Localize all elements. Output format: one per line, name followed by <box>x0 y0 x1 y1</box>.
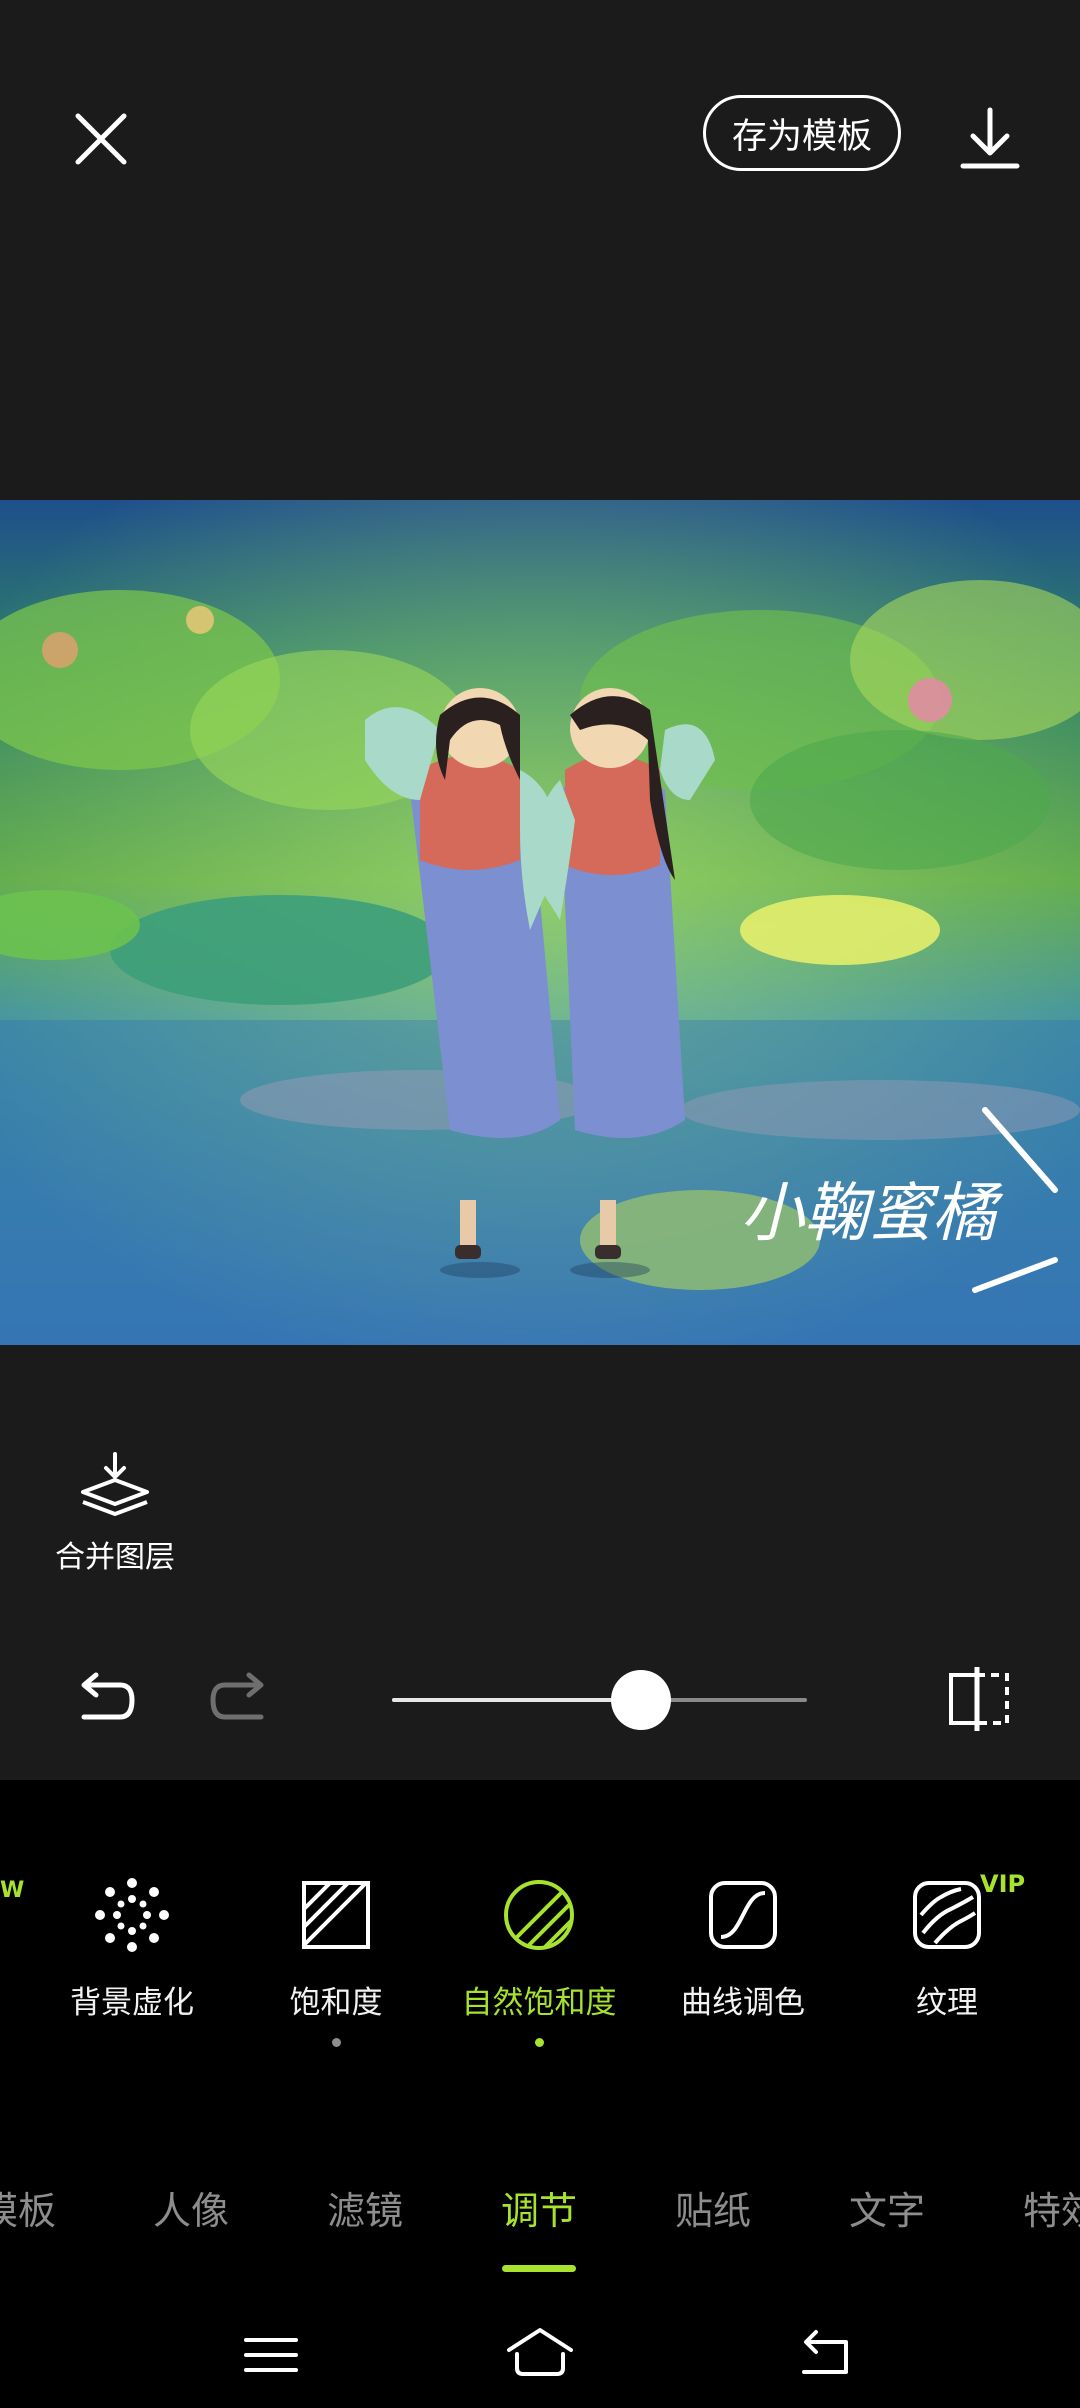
tab-stickers[interactable]: 贴纸 <box>675 2180 751 2235</box>
tool-indicator-dot <box>534 2038 544 2047</box>
tool-label: 纹理 <box>916 1985 978 2021</box>
download-button[interactable] <box>955 100 1025 180</box>
tool-label: 自然饱和度 <box>461 1985 617 2021</box>
tab-portrait[interactable]: 人像 <box>153 2180 229 2235</box>
redo-icon <box>210 1672 264 1720</box>
compare-icon <box>949 1667 1009 1731</box>
saturation-icon <box>302 1881 370 1949</box>
tool-label: 背景虚化 <box>70 1985 194 2021</box>
tab-text[interactable]: 文字 <box>849 2180 925 2235</box>
tool-indicator-dot <box>331 2038 341 2047</box>
download-icon <box>960 107 1020 169</box>
nav-back-button[interactable] <box>790 2320 860 2390</box>
nav-home-button[interactable] <box>505 2320 575 2390</box>
tool-label: 饱和度 <box>289 1985 383 2021</box>
tab-effects[interactable]: 特效 <box>1023 2180 1080 2235</box>
vibrance-icon <box>504 1880 574 1950</box>
redo-button[interactable] <box>205 1665 275 1735</box>
menu-icon <box>244 2338 298 2372</box>
tool-saturation[interactable]: 饱和度 <box>241 1875 431 2047</box>
compare-button[interactable] <box>945 1663 1015 1735</box>
slider-fill <box>392 1698 641 1702</box>
tab-adjust[interactable]: 调节 <box>501 2180 577 2235</box>
save-as-template-button[interactable]: 存为模板 <box>703 95 901 171</box>
merge-layers-icon <box>81 1452 149 1516</box>
merge-layers-button[interactable]: 合并图层 <box>40 1450 190 1575</box>
home-icon <box>507 2328 573 2376</box>
undo-icon <box>81 1672 135 1720</box>
close-icon <box>75 113 127 165</box>
edited-photo: 小鞠蜜橘 <box>0 500 1080 1345</box>
slider-knob[interactable] <box>611 1670 671 1730</box>
nav-menu-button[interactable] <box>236 2320 306 2390</box>
tab-filters[interactable]: 滤镜 <box>327 2180 403 2235</box>
back-icon <box>802 2330 848 2374</box>
tool-texture[interactable]: 纹理 <box>852 1875 1042 2022</box>
tool-curves[interactable]: 曲线调色 <box>648 1875 838 2022</box>
tool-background-blur[interactable]: 背景虚化 <box>37 1875 227 2022</box>
top-bar: 存为模板 <box>0 0 1080 500</box>
undo-button[interactable] <box>70 1665 140 1735</box>
tool-vibrance[interactable]: 自然饱和度 <box>444 1875 634 2047</box>
tab-templates[interactable]: 模板 <box>0 2180 56 2235</box>
watermark-text: 小鞠蜜橘 <box>740 1177 1004 1251</box>
blur-dots-icon <box>95 1878 169 1952</box>
merge-layers-label: 合并图层 <box>55 1540 175 1575</box>
tool-label: 曲线调色 <box>681 1985 805 2021</box>
new-badge: W <box>0 1878 25 1903</box>
adjust-controls-row <box>0 1615 1080 1765</box>
texture-icon <box>913 1881 981 1949</box>
photo-canvas[interactable]: 小鞠蜜橘 <box>0 500 1080 1345</box>
active-tab-indicator <box>502 2265 576 2272</box>
tool-panel: W VIP 背景虚化 饱和度 自然饱和度 曲线调色 纹理 板 人像 滤镜 调节 … <box>0 1780 1080 2408</box>
close-button[interactable] <box>60 100 140 180</box>
curve-icon <box>709 1881 777 1949</box>
intensity-slider[interactable] <box>392 1665 807 1735</box>
